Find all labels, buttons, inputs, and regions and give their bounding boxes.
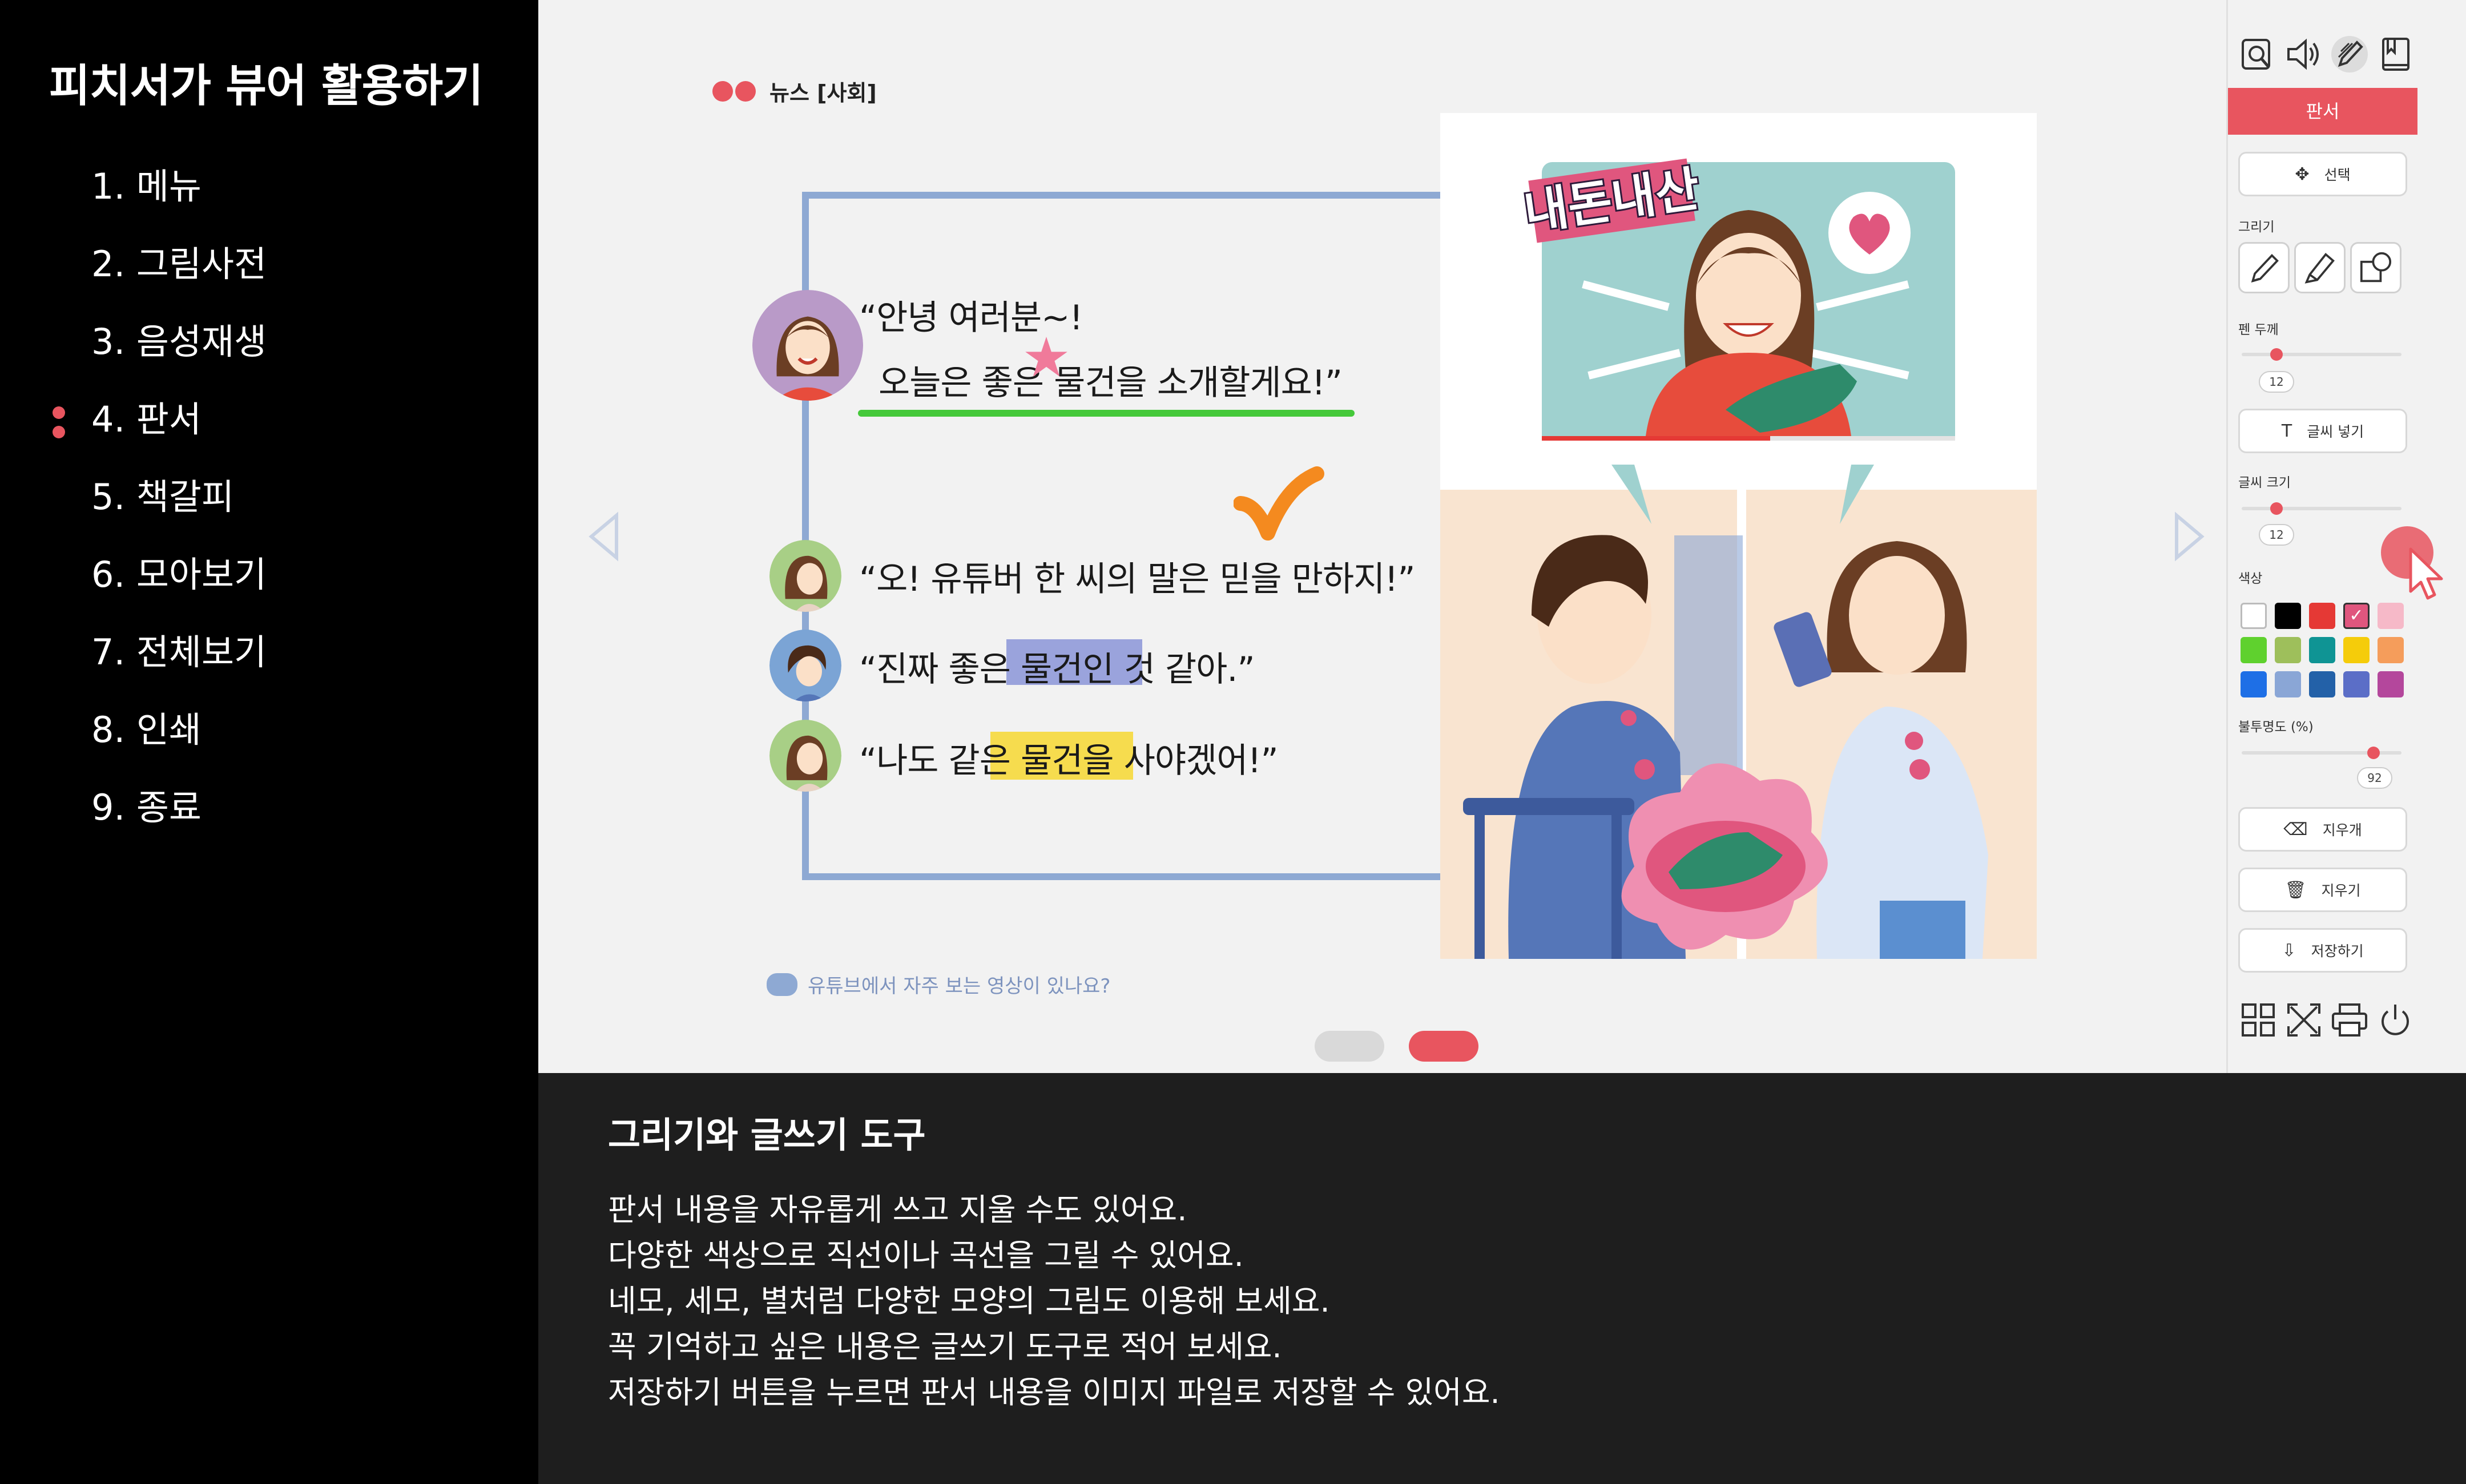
color-swatch[interactable] bbox=[2309, 637, 2335, 663]
color-swatch[interactable] bbox=[2378, 637, 2404, 663]
sidebar-item-collection[interactable]: 6. 모아보기 bbox=[91, 549, 267, 627]
sidebar-menu: 1. 메뉴 2. 그림사전 3. 음성재생 4. 판서 5. 책갈피 6. 모아… bbox=[53, 161, 267, 860]
color-swatch[interactable] bbox=[2275, 671, 2301, 697]
active-indicator-dots bbox=[53, 406, 65, 445]
sidebar-item-board[interactable]: 4. 판서 bbox=[53, 394, 267, 471]
download-arrow-icon: ⇩ bbox=[2282, 940, 2296, 961]
dialogue-line-1b: 오늘은 좋은 물건을 소개할게요!” bbox=[879, 363, 1343, 403]
description-line: 꼭 기억하고 싶은 내용은 글쓰기 도구로 적어 보세요. bbox=[608, 1329, 1282, 1365]
pen-thickness-slider[interactable] bbox=[2242, 353, 2401, 356]
sidebar-item-menu[interactable]: 1. 메뉴 bbox=[91, 161, 267, 239]
discussion-question: 유튜브에서 자주 보는 영상이 있나요? bbox=[767, 970, 1110, 998]
color-swatch[interactable] bbox=[2309, 603, 2335, 629]
eraser-button[interactable]: ⌫ 지우개 bbox=[2238, 807, 2407, 852]
grid-icon[interactable] bbox=[2238, 1000, 2278, 1040]
sidebar-item-exit[interactable]: 9. 종료 bbox=[91, 782, 267, 860]
font-size-label: 글씨 크기 bbox=[2238, 475, 2291, 490]
board-toolbar: 판서 ✥ 선택 그리기 펜 두께 12 T 글씨 넣기 글씨 크기 12 색상 … bbox=[2226, 0, 2466, 1073]
color-swatch[interactable]: ✓ bbox=[2343, 603, 2370, 629]
cursor-pointer-icon bbox=[2381, 526, 2443, 600]
description-body: 판서 내용을 자유롭게 쓰고 지울 수도 있어요. 다양한 색상으로 직선이나 … bbox=[608, 1187, 1500, 1416]
opacity-label: 불투명도 (%) bbox=[2238, 720, 2314, 735]
font-size-value: 12 bbox=[2259, 524, 2294, 546]
color-swatch[interactable] bbox=[2275, 603, 2301, 629]
select-button[interactable]: ✥ 선택 bbox=[2238, 152, 2407, 196]
pen-thickness-label: 펜 두께 bbox=[2238, 322, 2279, 337]
description-line: 판서 내용을 자유롭게 쓰고 지울 수도 있어요. bbox=[608, 1192, 1187, 1228]
sidebar-item-overview[interactable]: 7. 전체보기 bbox=[91, 627, 267, 704]
text-t-icon: T bbox=[2281, 421, 2292, 441]
save-button[interactable]: ⇩ 저장하기 bbox=[2238, 928, 2407, 973]
marker-icon[interactable] bbox=[2294, 242, 2346, 293]
viewer-woman-avatar bbox=[769, 720, 841, 792]
color-swatch[interactable] bbox=[2275, 637, 2301, 663]
dialogue-line-4: “나도 같은 물건을 사야겠어!” bbox=[859, 741, 1279, 781]
question-text: 유튜브에서 자주 보는 영상이 있나요? bbox=[808, 975, 1111, 998]
viewer-page: 뉴스 [사회] “안녕 여러분~! 오늘은 좋은 물건을 소개할게요!” “오!… bbox=[538, 0, 2226, 1073]
sidebar-item-print[interactable]: 8. 인쇄 bbox=[91, 704, 267, 782]
text-insert-button[interactable]: T 글씨 넣기 bbox=[2238, 409, 2407, 453]
sidebar-item-picture-dictionary[interactable]: 2. 그림사전 bbox=[91, 239, 267, 316]
viewer-boy-avatar bbox=[769, 630, 841, 701]
tag-dot bbox=[712, 80, 733, 102]
color-swatch[interactable] bbox=[2343, 671, 2370, 697]
youtuber-avatar bbox=[752, 290, 863, 401]
font-size-knob[interactable] bbox=[2270, 502, 2283, 515]
next-page-arrow-icon[interactable] bbox=[2172, 511, 2206, 562]
shapes-icon[interactable] bbox=[2350, 242, 2401, 293]
color-swatch[interactable] bbox=[2378, 671, 2404, 697]
viewer-girl-avatar bbox=[769, 540, 841, 612]
pencil-icon[interactable] bbox=[2238, 242, 2290, 293]
opacity-knob[interactable] bbox=[2367, 747, 2380, 759]
color-swatch[interactable] bbox=[2241, 637, 2267, 663]
move-arrows-icon: ✥ bbox=[2295, 164, 2310, 184]
bookmark-icon[interactable] bbox=[2375, 34, 2415, 74]
tutorial-sidebar: 피치서가 뷰어 활용하기 1. 메뉴 2. 그림사전 3. 음성재생 4. 판서… bbox=[0, 0, 538, 1484]
dialogue-line-3: “진짜 좋은 물건인 것 같아.” bbox=[859, 650, 1255, 689]
opacity-value: 92 bbox=[2357, 767, 2392, 789]
sidebar-item-label: 4. 판서 bbox=[91, 398, 202, 440]
sidebar-title: 피치서가 뷰어 활용하기 bbox=[49, 61, 483, 112]
eraser-icon: ⌫ bbox=[2283, 819, 2308, 840]
trash-icon: 🗑 bbox=[2284, 880, 2307, 900]
news-category-tag: 뉴스 [사회] bbox=[712, 75, 877, 107]
color-swatch[interactable] bbox=[2309, 671, 2335, 697]
page-indicator-2[interactable] bbox=[1409, 1031, 1478, 1062]
prev-page-arrow-icon[interactable] bbox=[587, 511, 621, 562]
draw-section-label: 그리기 bbox=[2238, 220, 2275, 235]
description-line: 다양한 색상으로 직선이나 곡선을 그릴 수 있어요. bbox=[608, 1237, 1244, 1273]
pen-icon[interactable] bbox=[2330, 34, 2370, 74]
dialogue-line-1a: “안녕 여러분~! bbox=[859, 298, 1083, 338]
dictionary-search-icon[interactable] bbox=[2238, 34, 2278, 74]
font-size-slider[interactable] bbox=[2242, 507, 2401, 510]
sidebar-item-audio-playback[interactable]: 3. 음성재생 bbox=[91, 316, 267, 394]
description-line: 네모, 세모, 별처럼 다양한 모양의 그림도 이용해 보세요. bbox=[608, 1283, 1330, 1319]
color-swatch[interactable] bbox=[2241, 603, 2267, 629]
description-title: 그리기와 글쓰기 도구 bbox=[608, 1114, 926, 1156]
feature-description: 그리기와 글쓰기 도구 판서 내용을 자유롭게 쓰고 지울 수도 있어요. 다양… bbox=[538, 1073, 2466, 1484]
news-category-label: 뉴스 [사회] bbox=[769, 80, 877, 106]
color-label: 색상 bbox=[2238, 571, 2263, 586]
tag-dot bbox=[735, 80, 756, 102]
speaker-icon[interactable] bbox=[2284, 34, 2324, 74]
toolbar-header: 판서 bbox=[2228, 88, 2417, 135]
story-illustration: 내돈내산 bbox=[1440, 113, 2037, 959]
description-line: 저장하기 버튼을 누르면 판서 내용을 이미지 파일로 저장할 수 있어요. bbox=[608, 1374, 1500, 1410]
chat-bubble-icon bbox=[767, 973, 797, 996]
pen-thickness-value: 12 bbox=[2259, 371, 2294, 393]
pen-thickness-knob[interactable] bbox=[2270, 348, 2283, 361]
color-swatch[interactable] bbox=[2241, 671, 2267, 697]
color-swatch[interactable] bbox=[2378, 603, 2404, 629]
dialogue-line-2: “오! 유튜버 한 씨의 말은 믿을 만하지!” bbox=[859, 559, 1416, 599]
page-indicator-1[interactable] bbox=[1315, 1031, 1384, 1062]
sidebar-item-bookmark[interactable]: 5. 책갈피 bbox=[91, 471, 267, 549]
drawn-green-underline bbox=[858, 410, 1355, 417]
power-icon[interactable] bbox=[2375, 1000, 2415, 1040]
fullscreen-icon[interactable] bbox=[2284, 1000, 2324, 1040]
color-swatch[interactable] bbox=[2343, 637, 2370, 663]
clear-button[interactable]: 🗑 지우기 bbox=[2238, 868, 2407, 912]
print-icon[interactable] bbox=[2330, 1000, 2370, 1040]
drawn-checkmark-icon bbox=[1234, 466, 1324, 541]
drawn-star-icon bbox=[1025, 337, 1067, 377]
